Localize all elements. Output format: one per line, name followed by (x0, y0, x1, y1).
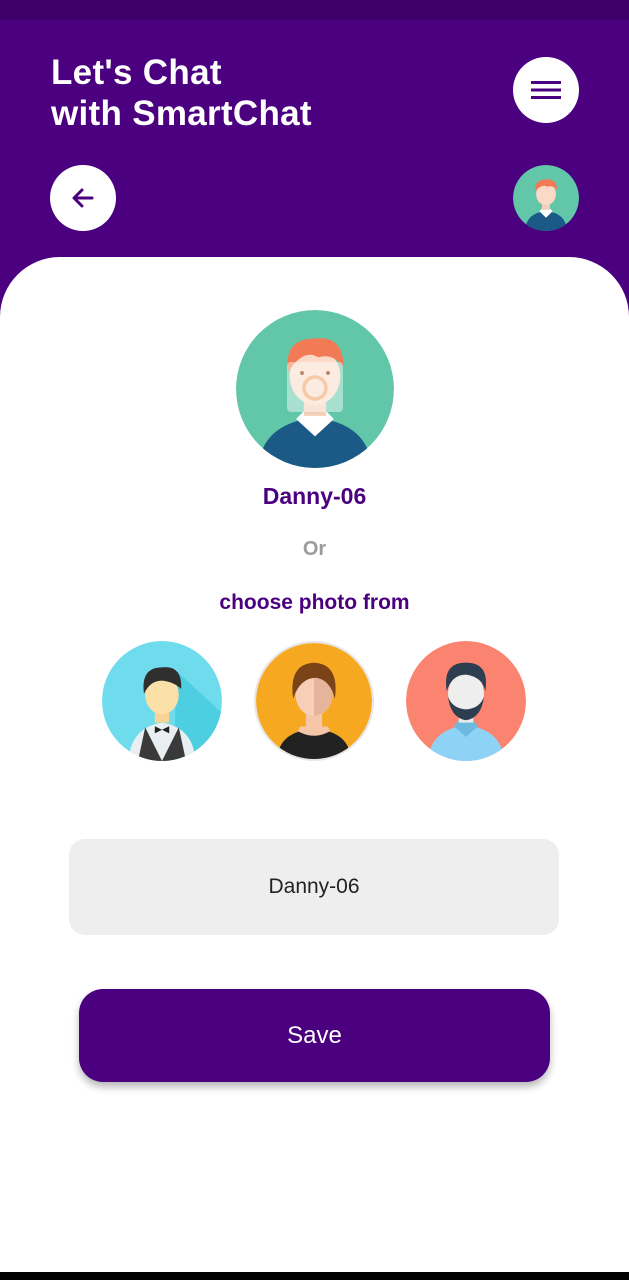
name-input[interactable]: Danny-06 (69, 839, 559, 935)
header-profile-avatar[interactable] (513, 165, 579, 231)
status-bar (0, 0, 629, 20)
man-avatar-icon (513, 165, 579, 231)
avatar-option-bearded-man[interactable] (406, 641, 526, 761)
avatar-option-woman[interactable] (254, 641, 374, 761)
waiter-avatar-icon (102, 641, 222, 761)
bearded-man-avatar-icon (406, 641, 526, 761)
back-button[interactable] (50, 165, 116, 231)
change-photo-button[interactable] (287, 362, 343, 412)
hamburger-menu-icon (531, 81, 561, 99)
profile-username: Danny-06 (262, 483, 367, 509)
avatar-option-waiter[interactable] (102, 641, 222, 761)
app-title: Let's Chat with SmartChat (51, 53, 312, 133)
system-nav-bar (0, 1272, 629, 1280)
menu-button[interactable] (513, 57, 579, 123)
woman-avatar-icon (256, 643, 372, 759)
choose-photo-label: choose photo from (219, 591, 410, 614)
or-separator: Or (302, 538, 327, 560)
save-button[interactable]: Save (79, 989, 550, 1082)
camera-icon (287, 362, 343, 412)
arrow-left-icon (72, 188, 94, 208)
